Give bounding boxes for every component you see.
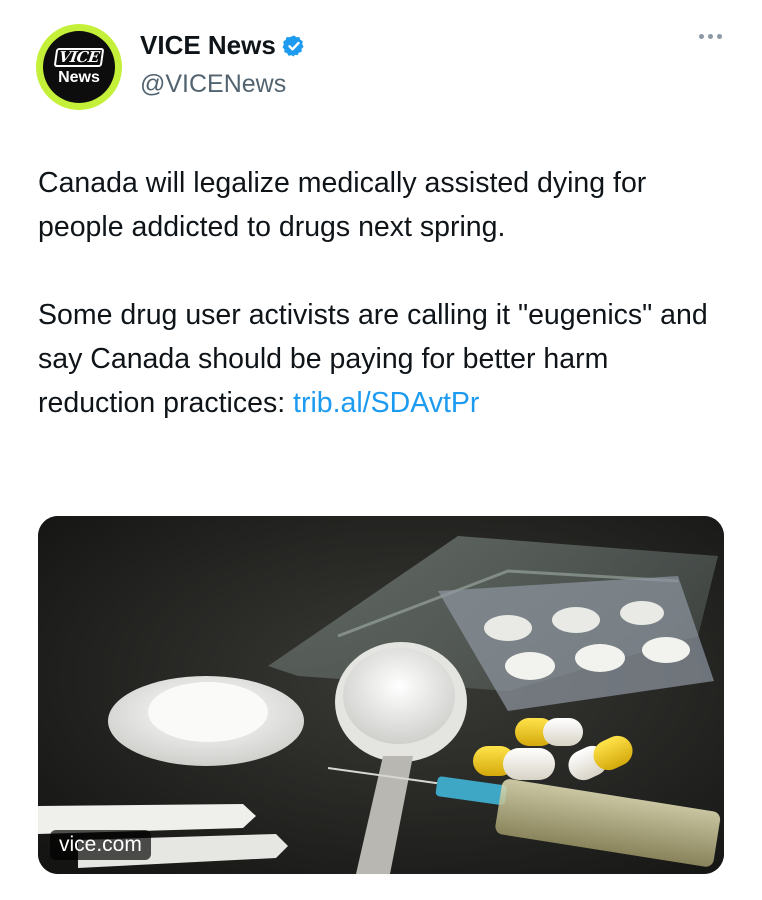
more-dot xyxy=(708,34,713,39)
tweet-paragraph-1: Canada will legalize medically assisted … xyxy=(38,167,647,243)
verified-badge-icon xyxy=(282,35,304,56)
display-name-text[interactable]: VICE News xyxy=(140,30,276,61)
more-dot xyxy=(699,34,704,39)
handle[interactable]: @VICENews xyxy=(140,70,286,99)
article-image xyxy=(38,516,724,874)
display-name[interactable]: VICE News xyxy=(140,30,306,61)
source-domain-label[interactable]: vice.com xyxy=(50,830,151,860)
more-icon[interactable] xyxy=(699,34,722,39)
more-dot xyxy=(717,34,722,39)
tweet-paragraph-2: Some drug user activists are calling it … xyxy=(38,293,728,425)
avatar[interactable]: VICE News xyxy=(36,24,122,110)
link-preview-card[interactable]: vice.com xyxy=(38,516,724,874)
tweet-text: Canada will legalize medically assisted … xyxy=(38,161,728,425)
tweet-card[interactable]: VICE News VICE News @VICENews Canada wil… xyxy=(0,0,762,900)
tweet-link-part-2[interactable]: SDAvtPr xyxy=(371,387,480,419)
vice-news-logo: VICE News xyxy=(43,31,115,103)
tweet-link-part-1[interactable]: trib.al/ xyxy=(293,387,371,419)
tweet-link[interactable]: trib.al/SDAvtPr xyxy=(293,387,479,419)
